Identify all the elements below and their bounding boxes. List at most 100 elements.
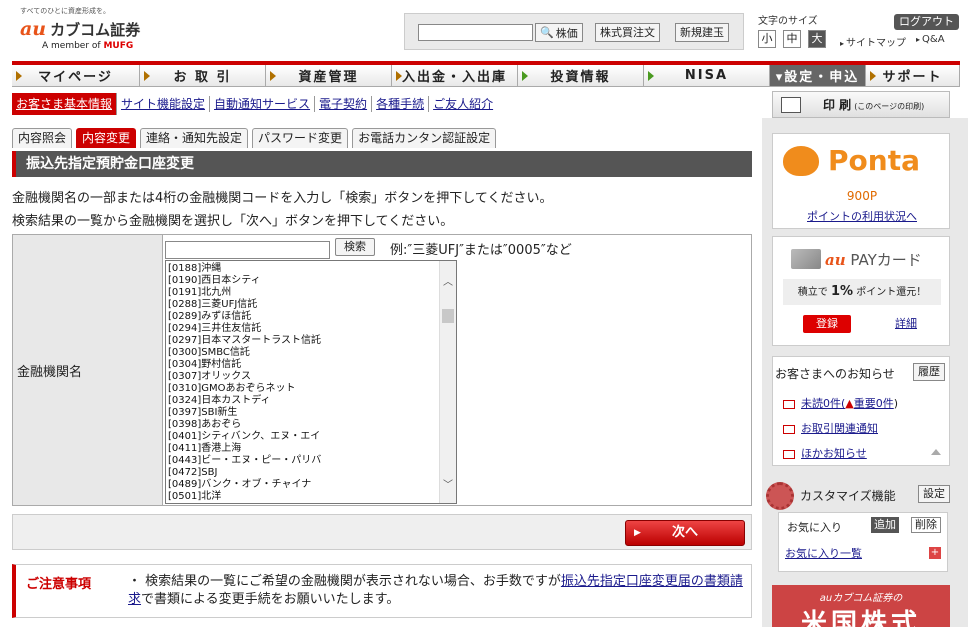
font-size-small[interactable]: 小 [758,30,776,48]
bank-option[interactable]: [0188]沖縄 [168,263,438,275]
top-links: サイトマップ Q&A [840,34,945,49]
notice-text: ・ 検索結果の一覧にご希望の金融機関が表示されない場合、お手数ですが振込先指定口… [128,574,743,607]
new-position-button[interactable]: 新規建玉 [675,23,729,42]
notice-box: ご注意事項 ・ 検索結果の一覧にご希望の金融機関が表示されない場合、お手数ですが… [12,564,752,618]
bank-search-button[interactable]: 検索 [335,238,375,256]
bank-option[interactable]: [0307]オリックス [168,371,438,383]
arrow-icon [396,71,402,81]
tab-phone-auth[interactable]: お電話カンタン認証設定 [352,128,497,148]
font-size-medium[interactable]: 中 [783,30,801,48]
bank-option[interactable]: [0411]香港上海 [168,443,438,455]
ponta-box: Ponta 900P ポイントの利用状況へ [772,133,950,229]
favorites-delete-button[interactable]: 削除 [911,517,941,533]
next-button[interactable]: 次へ [625,520,745,546]
bank-option[interactable]: [0398]あおぞら [168,419,438,431]
bank-option[interactable]: [0397]SBI新生 [168,407,438,419]
customize-title: カスタマイズ機能 [800,489,896,503]
arrow-icon [270,71,276,81]
nav-assets[interactable]: 資産管理 [266,65,392,87]
bank-option[interactable]: [0304]野村信託 [168,359,438,371]
stock-buy-order-button[interactable]: 株式買注文 [595,23,660,42]
favorites-add-button[interactable]: 追加 [871,517,899,533]
customize-setting-button[interactable]: 設定 [918,485,950,503]
bank-option[interactable]: [0288]三菱UFJ信託 [168,299,438,311]
font-size-large[interactable]: 大 [808,30,826,48]
magnifier-icon: 🔍 [540,26,554,39]
tab-view[interactable]: 内容照会 [12,128,73,148]
subnav-auto-notify[interactable]: 自動通知サービス [210,96,316,112]
instruction-line-2: 検索結果の一覧から金融機関を選択し「次へ」ボタンを押下してください。 [12,214,454,229]
scroll-down-icon[interactable]: ﹀ [443,476,453,491]
sub-nav: お客さま基本情報 サイト機能設定 自動通知サービス 電子契約 各種手続 ご友人紹… [12,92,497,116]
ponta-usage-link[interactable]: ポイントの利用状況へ [773,208,951,224]
other-notice-link[interactable]: ほかお知らせ [783,445,867,461]
bank-option[interactable]: [0297]日本マスタートラスト信託 [168,335,438,347]
nav-support[interactable]: サポート [866,65,960,87]
logout-button[interactable]: ログアウト [894,14,959,30]
bank-option[interactable]: [0324]日本カストディ [168,395,438,407]
nav-nisa[interactable]: NISA [644,65,770,87]
instruction-line-1: 金融機関名の一部または4桁の金融機関コードを入力し「検索」ボタンを押下してくださ… [12,191,553,206]
tab-change[interactable]: 内容変更 [76,128,137,148]
us-stock-banner[interactable]: auカブコム証券の 米国株式 [772,585,950,627]
subnav-procedures[interactable]: 各種手続 [372,96,430,112]
au-pay-card-box: au PAYカード 積立で 1% ポイント還元！ 登録 詳細 [772,236,950,346]
trade-notice-link[interactable]: お取引関連通知 [783,420,878,436]
collapse-up-icon[interactable] [931,449,941,455]
ponta-mascot-icon [783,146,819,176]
history-button[interactable]: 履歴 [913,363,945,381]
scroll-up-icon[interactable]: ︿ [443,273,453,288]
tab-contact[interactable]: 連絡・通知先設定 [140,128,249,148]
stock-search-input[interactable] [418,24,533,41]
bank-option[interactable]: [0294]三井住友信託 [168,323,438,335]
bank-listbox[interactable]: [0188]沖縄 [0190]西日本シティ [0191]北九州 [0288]三菱UFJ… [165,260,457,504]
search-example: 例:″三菱UFJ″または″0005″など [390,243,572,258]
font-size-label: 文字のサイズ [758,16,818,27]
print-button[interactable]: 印 刷 (このページの印刷) [772,91,950,118]
subnav-site-settings[interactable]: サイト機能設定 [117,96,211,112]
qa-link[interactable]: Q&A [916,34,945,49]
bank-option[interactable]: [0472]SBJ [168,467,438,479]
subnav-referral[interactable]: ご友人紹介 [429,96,497,112]
favorites-list-link[interactable]: お気に入り一覧 [785,545,862,561]
arrow-icon [144,71,150,81]
ponta-logo: Ponta [828,144,920,177]
sitemap-link[interactable]: サイトマップ [840,34,906,49]
nav-trade[interactable]: お 取 引 [140,65,266,87]
tab-password[interactable]: パスワード変更 [252,128,349,148]
bank-option[interactable]: [0501]北洋 [168,491,438,503]
stock-price-button[interactable]: 🔍 株価 [535,23,583,42]
pay-register-button[interactable]: 登録 [803,315,851,333]
bank-option[interactable]: [0289]みずほ信託 [168,311,438,323]
bank-option[interactable]: [0489]バンク・オブ・チャイナ [168,479,438,491]
bank-option[interactable]: [0191]北九州 [168,287,438,299]
nav-deposit[interactable]: 入出金・入出庫 [392,65,518,87]
scroll-thumb[interactable] [442,309,454,323]
notice-title: ご注意事項 [26,577,92,592]
bank-option[interactable]: [0300]SMBC信託 [168,347,438,359]
next-bar: 次へ [12,514,752,550]
nav-info[interactable]: 投資情報 [518,65,644,87]
nav-mypage[interactable]: マイページ [12,65,140,87]
mail-icon [783,449,795,459]
subnav-e-contract[interactable]: 電子契約 [315,96,373,112]
bank-option[interactable]: [0310]GMOあおぞらネット [168,383,438,395]
notifications-title: お客さまへのお知らせ [775,367,895,381]
unread-link[interactable]: 未読0件(▲重要0件) [783,395,898,411]
au-pay-card-logo: au PAYカード [825,251,922,269]
bank-option[interactable]: [0401]シティバンク、エヌ・エイ [168,431,438,443]
favorites-box: お気に入り 追加 削除 お気に入り一覧 + [778,512,948,572]
bank-search-input[interactable] [165,241,330,259]
pay-detail-link[interactable]: 詳細 [895,315,917,331]
site-logo[interactable]: au カブコム証券 [20,18,140,40]
main-nav: マイページ お 取 引 資産管理 入出金・入出庫 投資情報 NISA ▾設定・申… [12,61,960,87]
bank-name-label: 金融機関名 [13,235,163,505]
member-of-mufg: A member of MUFG [42,41,134,51]
listbox-scrollbar[interactable]: ︿ ﹀ [439,261,456,503]
plus-icon[interactable]: + [929,547,941,559]
banner-subtitle: auカブコム証券の [819,593,903,604]
bank-option[interactable]: [0190]西日本シティ [168,275,438,287]
subnav-basic-info[interactable]: お客さま基本情報 [12,93,118,115]
nav-settings[interactable]: ▾設定・申込 [770,65,866,87]
bank-option[interactable]: [0443]ビー・エヌ・ピー・パリバ [168,455,438,467]
